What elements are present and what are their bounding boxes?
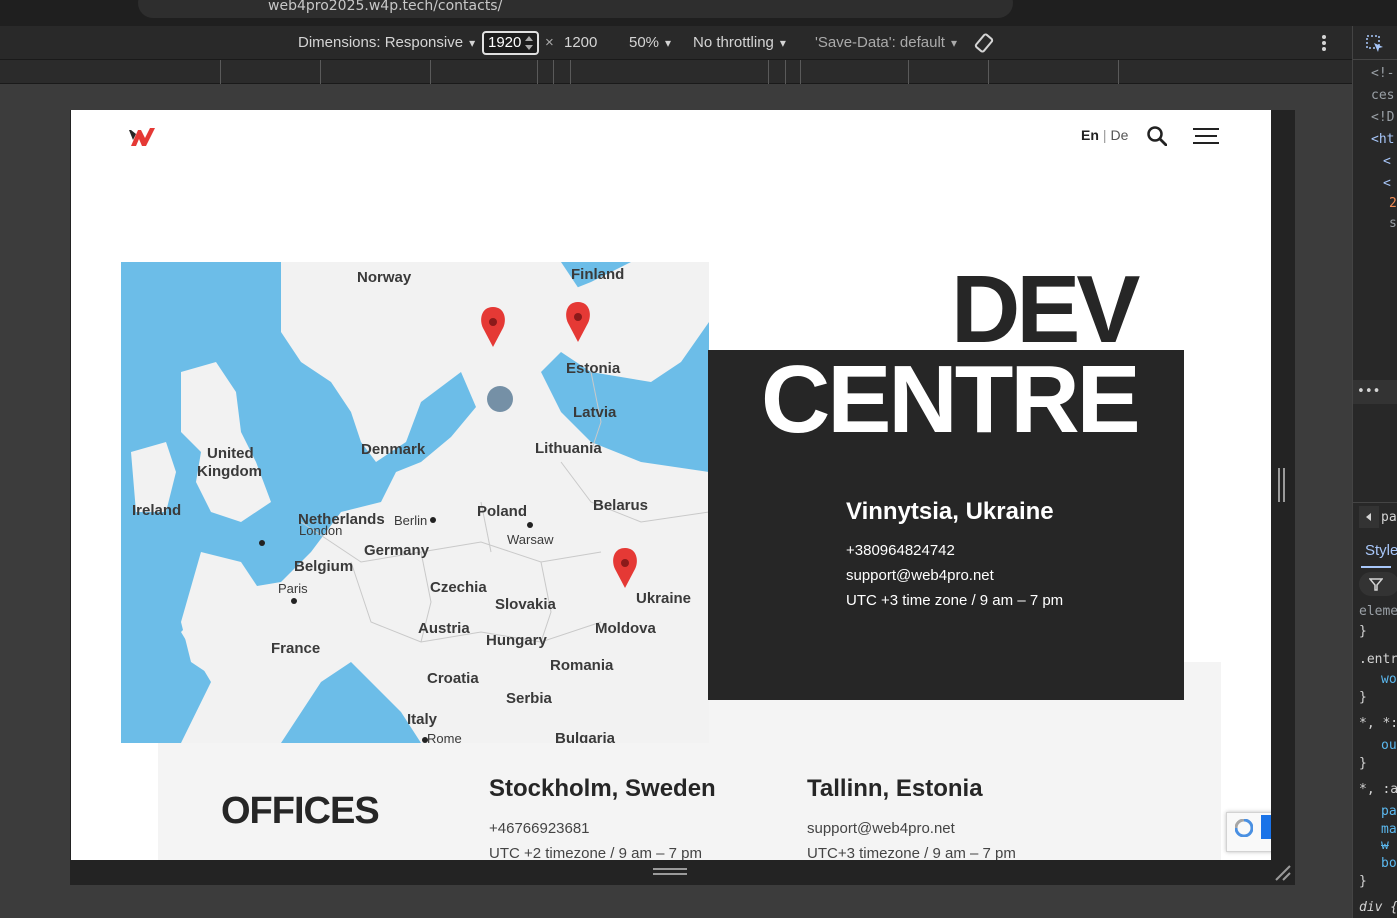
map-label: Ireland (132, 502, 181, 519)
map-label: Estonia (566, 360, 621, 377)
recaptcha-icon (1235, 819, 1253, 837)
web-page: En | De Norway Finland Estonia Latvia Li… (71, 110, 1271, 860)
dimensions-dropdown[interactable]: Dimensions: Responsive (298, 34, 475, 51)
map-label: Kingdom (197, 463, 262, 480)
office-map[interactable]: Norway Finland Estonia Latvia Lithuania … (121, 262, 709, 743)
search-icon[interactable] (1147, 126, 1167, 146)
map-label: Belgium (294, 558, 353, 575)
map-label: Warsaw (507, 532, 554, 547)
map-label: Italy (407, 711, 438, 728)
viewport-resize-handle-right[interactable] (1278, 468, 1286, 502)
map-label: Berlin (394, 513, 427, 528)
media-query-ruler[interactable] (0, 60, 1352, 84)
map-label: United (207, 445, 254, 462)
devtools-ellipsis[interactable]: ••• (1357, 384, 1380, 399)
resize-corner-icon[interactable] (1274, 864, 1292, 882)
save-data-dropdown[interactable]: 'Save-Data': default (815, 34, 957, 51)
main-office-city: Vinnytsia, Ukraine (846, 498, 1054, 525)
styles-tab[interactable]: Style (1365, 542, 1397, 559)
map-label: Denmark (361, 441, 426, 458)
map-label: Norway (357, 269, 412, 286)
map-label: Poland (477, 503, 527, 520)
main-office-phone[interactable]: +380964824742 (846, 542, 955, 559)
map-label: Rome (427, 731, 462, 743)
spinner-icon[interactable] (523, 34, 535, 52)
browser-tab-strip: web4pro2025.w4p.tech/contacts/ (0, 0, 1397, 26)
menu-icon[interactable] (1193, 128, 1219, 144)
title-centre: CENTRE (761, 346, 1141, 453)
office-stockholm-city: Stockholm, Sweden (489, 775, 716, 802)
lang-de-link[interactable]: De (1111, 127, 1129, 143)
title-dev: DEV (951, 256, 1140, 363)
main-office-hours: UTC +3 time zone / 9 am – 7 pm (846, 592, 1064, 609)
office-tallinn-city: Tallinn, Estonia (807, 775, 983, 802)
map-label: Paris (278, 581, 308, 596)
map-label: Serbia (506, 690, 553, 707)
lang-separator: | (1102, 127, 1107, 143)
width-input[interactable]: 1920 (482, 31, 539, 55)
language-switcher: En | De (1081, 127, 1128, 143)
office-stockholm-hours: UTC +2 timezone / 9 am – 7 pm (489, 845, 703, 860)
rotate-icon[interactable] (973, 32, 995, 54)
device-toolbar: Dimensions: Responsive 1920 × 1200 50% N… (0, 26, 1352, 60)
map-label: Croatia (427, 670, 479, 687)
styles-filter[interactable] (1359, 572, 1397, 596)
map-label: Bulgaria (555, 730, 616, 743)
chevron-left-icon (1366, 513, 1371, 521)
map-label: Netherlands (298, 511, 385, 528)
height-input[interactable]: 1200 (564, 34, 597, 51)
lang-en-link[interactable]: En (1081, 127, 1099, 143)
map-label: Austria (418, 620, 470, 637)
map-label: Czechia (430, 579, 487, 596)
office-stockholm-phone[interactable]: +46766923681 (489, 820, 590, 837)
office-tallinn-email[interactable]: support@web4pro.net (807, 820, 955, 837)
filter-icon (1369, 578, 1383, 591)
url-text: web4pro2025.w4p.tech/contacts/ (268, 0, 503, 14)
map-label: Belarus (593, 497, 648, 514)
address-bar[interactable]: web4pro2025.w4p.tech/contacts/ (138, 0, 1013, 18)
map-compass (487, 386, 513, 412)
map-label: Hungary (486, 632, 548, 649)
map-canvas: Norway Finland Estonia Latvia Lithuania … (121, 262, 709, 743)
map-label: Moldova (595, 620, 656, 637)
map-label: Ukraine (636, 590, 691, 607)
inspect-element-icon[interactable] (1365, 34, 1385, 54)
throttling-dropdown[interactable]: No throttling (693, 34, 786, 51)
panel-tab-back[interactable] (1359, 506, 1379, 528)
viewport-resize-handle-bottom[interactable] (653, 868, 687, 876)
map-label: Latvia (573, 404, 617, 421)
zoom-dropdown[interactable]: 50% (629, 34, 671, 51)
times-sign: × (545, 34, 554, 51)
map-label: France (271, 640, 320, 657)
map-label: Finland (571, 266, 624, 283)
map-label: Romania (550, 657, 614, 674)
site-logo[interactable] (121, 126, 155, 148)
offices-heading: OFFICES (221, 790, 380, 832)
office-tallinn-hours: UTC+3 timezone / 9 am – 7 pm (807, 845, 1016, 860)
devtools-panel: <!- ces <!D <ht < < 2 s ••• pa Style ele… (1352, 26, 1397, 918)
recaptcha-badge[interactable] (1226, 812, 1271, 852)
map-label: Lithuania (535, 440, 602, 457)
map-label: Germany (364, 542, 430, 559)
main-office-email[interactable]: support@web4pro.net (846, 567, 994, 584)
more-options-icon[interactable] (1318, 34, 1330, 52)
map-label: Slovakia (495, 596, 557, 613)
